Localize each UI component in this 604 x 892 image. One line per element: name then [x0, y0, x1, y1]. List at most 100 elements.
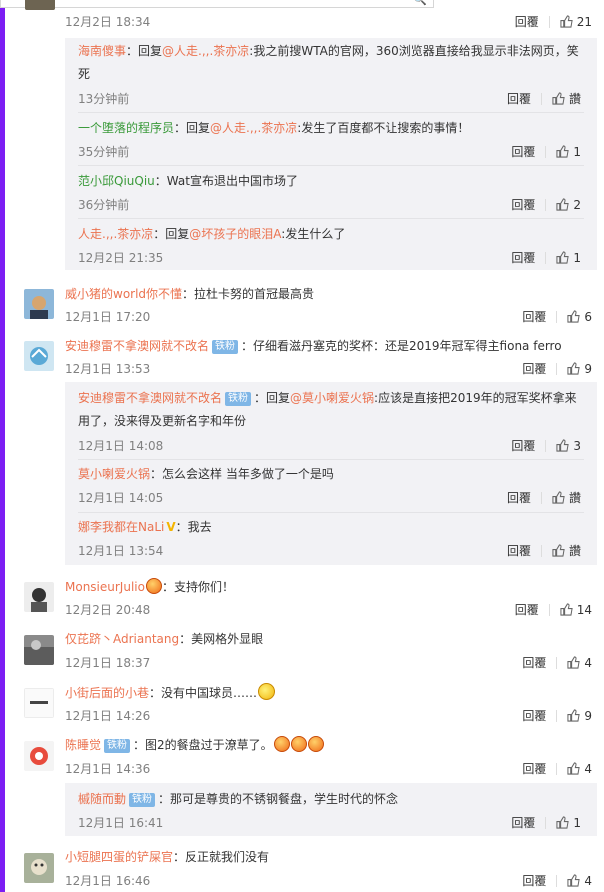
reply-button[interactable]: 回覆	[507, 92, 531, 106]
like-count: 21	[576, 15, 592, 29]
avatar[interactable]	[24, 341, 54, 371]
reply-time: 35分钟前	[78, 145, 130, 159]
reply-button[interactable]: 回覆	[522, 656, 546, 670]
like-button[interactable]: 讚	[552, 92, 581, 106]
reply-username[interactable]: 槭随而動	[78, 792, 126, 806]
fan-badge: 铁粉	[104, 739, 131, 753]
comment-username[interactable]: 威小猪的world你不懂	[65, 287, 182, 301]
reply-button[interactable]: 回覆	[522, 362, 546, 376]
comment-item: 安迪穆雷不拿澳网就不改名 铁粉 ：仔细看滋丹塞克的奖杯：还是2019年冠军得主fio…	[12, 335, 604, 565]
comment-item: MonsieurJulio ：支持你们！ 12月2日 20:48 回覆 14	[12, 577, 604, 619]
reply-button[interactable]: 回覆	[507, 491, 531, 505]
reply-username[interactable]: 一个堕落的程序员	[78, 121, 174, 135]
thumb-up-icon	[552, 544, 565, 557]
comment-item: 12月2日 18:34 回覆 21 海南傻事：回复@人走.,,.茶亦凉:我之前搜W…	[12, 0, 604, 270]
like-count: 1	[573, 816, 581, 830]
reply-username[interactable]: 人走.,,.茶亦凉	[78, 227, 153, 241]
mention-link[interactable]: @人走.,,.茶亦凉	[210, 121, 297, 135]
comment-actions: 回覆 4	[522, 872, 592, 889]
like-count: 4	[584, 762, 592, 776]
comment-text: 仅芘跻丶Adriantang：美网格外显眼	[65, 632, 264, 646]
like-button[interactable]: 9	[567, 709, 592, 723]
comment-username[interactable]: 仅芘跻丶Adriantang	[65, 632, 179, 646]
laugh-emoji-icon	[307, 736, 324, 752]
reply-username[interactable]: 海南傻事	[78, 44, 126, 58]
reply-list: 安迪穆雷不拿澳网就不改名 铁粉 ：回复@莫小喇爱火锅:应该是直接把2019年的冠军奖…	[65, 382, 597, 565]
reply-item: 人走.,,.茶亦凉：回复@坏孩子的眼泪A:发生什么了 12月2日 21:35 回…	[65, 219, 597, 270]
comment-username[interactable]: 陈睡觉	[65, 738, 101, 752]
reply-button[interactable]: 回覆	[522, 310, 546, 324]
comment-time: 12月1日 17:20	[65, 310, 151, 324]
reply-button[interactable]: 回覆	[522, 874, 546, 888]
comment-username[interactable]: MonsieurJulio	[65, 580, 145, 594]
thumb-up-icon	[556, 816, 570, 829]
reply-time: 12月1日 13:54	[78, 544, 164, 558]
reply-actions: 回覆 1	[511, 814, 581, 831]
comment-time: 12月2日 20:48	[65, 603, 151, 617]
reply-username[interactable]: 安迪穆雷不拿澳网就不改名	[78, 391, 222, 405]
avatar[interactable]	[24, 688, 54, 718]
comment-username[interactable]: 小短腿四蛋的铲屎官	[65, 850, 173, 864]
like-button[interactable]: 2	[556, 198, 581, 212]
like-button[interactable]: 3	[556, 439, 581, 453]
avatar[interactable]	[24, 582, 54, 612]
fan-badge: 铁粉	[212, 340, 239, 354]
reply-button[interactable]: 回覆	[522, 709, 546, 723]
comment-username[interactable]: 小街后面的小巷	[65, 686, 149, 700]
reply-list: 槭随而動 铁粉 ：那可是尊贵的不锈钢餐盘，学生时代的怀念 12月1日 16:41 回…	[65, 783, 597, 836]
avatar[interactable]	[24, 853, 54, 883]
comment-item: 威小猪的world你不懂：拉杜卡努的首冠最高贵 12月1日 17:20 回覆 6	[12, 283, 604, 324]
reply-item: 莫小喇爱火锅：怎么会这样 当年多做了一个是吗 12月1日 14:05 回覆 讚	[65, 460, 597, 513]
like-button[interactable]: 21	[560, 15, 592, 29]
reply-item: 海南傻事：回复@人走.,,.茶亦凉:我之前搜WTA的官网，360浏览器直接给我显…	[65, 38, 597, 113]
like-button[interactable]: 6	[567, 310, 592, 324]
like-button[interactable]: 讚	[552, 491, 581, 505]
reply-actions: 回覆 3	[511, 437, 581, 454]
smile-emoji-icon	[258, 683, 276, 700]
mention-link[interactable]: @坏孩子的眼泪A	[189, 227, 281, 241]
thumb-up-icon	[567, 310, 581, 323]
comment-text: 威小猪的world你不懂：拉杜卡努的首冠最高贵	[65, 287, 315, 301]
reply-button[interactable]: 回覆	[515, 15, 539, 29]
like-button[interactable]: 1	[556, 251, 581, 265]
thumb-up-icon	[552, 92, 565, 105]
emoji-icon	[145, 578, 162, 594]
like-button[interactable]: 4	[567, 762, 592, 776]
like-button[interactable]: 4	[567, 874, 592, 888]
mention-link[interactable]: @人走.,,.茶亦凉	[162, 44, 249, 58]
avatar[interactable]	[24, 289, 54, 319]
reply-button[interactable]: 回覆	[515, 603, 539, 617]
reply-username[interactable]: 娜李我都在NaLi	[78, 520, 164, 534]
reply-button[interactable]: 回覆	[511, 251, 535, 265]
reply-username[interactable]: 莫小喇爱火锅	[78, 467, 150, 481]
comment-feed: 12月2日 18:34 回覆 21 海南傻事：回复@人走.,,.茶亦凉:我之前搜W…	[12, 0, 604, 892]
reply-button[interactable]: 回覆	[522, 762, 546, 776]
reply-actions: 回覆 1	[511, 249, 581, 266]
reply-button[interactable]: 回覆	[511, 198, 535, 212]
avatar[interactable]	[24, 741, 54, 771]
avatar[interactable]	[25, 0, 55, 10]
reply-button[interactable]: 回覆	[511, 145, 535, 159]
like-button[interactable]: 讚	[552, 544, 581, 558]
mention-link[interactable]: @莫小喇爱火锅	[290, 391, 374, 405]
like-button[interactable]: 1	[556, 145, 581, 159]
fan-badge: 铁粉	[225, 392, 252, 406]
like-button[interactable]: 1	[556, 816, 581, 830]
reply-button[interactable]: 回覆	[511, 439, 535, 453]
like-count: 9	[584, 709, 592, 723]
like-count: 3	[573, 439, 581, 453]
thumb-up-icon	[556, 439, 570, 452]
like-button[interactable]: 14	[560, 603, 592, 617]
comment-username[interactable]: 安迪穆雷不拿澳网就不改名	[65, 339, 209, 353]
reply-actions: 回覆 1	[511, 143, 581, 160]
reply-list: 海南傻事：回复@人走.,,.茶亦凉:我之前搜WTA的官网，360浏览器直接给我显…	[65, 38, 597, 270]
avatar[interactable]	[24, 635, 54, 665]
reply-button[interactable]: 回覆	[511, 816, 535, 830]
comment-time: 12月1日 13:53	[65, 362, 151, 376]
comment-text: 小街后面的小巷：没有中国球员……	[65, 683, 276, 702]
thumb-up-icon	[552, 491, 565, 504]
reply-username[interactable]: 范小邱QiuQiu	[78, 174, 155, 188]
like-button[interactable]: 4	[567, 656, 592, 670]
reply-button[interactable]: 回覆	[507, 544, 531, 558]
like-button[interactable]: 9	[567, 362, 592, 376]
